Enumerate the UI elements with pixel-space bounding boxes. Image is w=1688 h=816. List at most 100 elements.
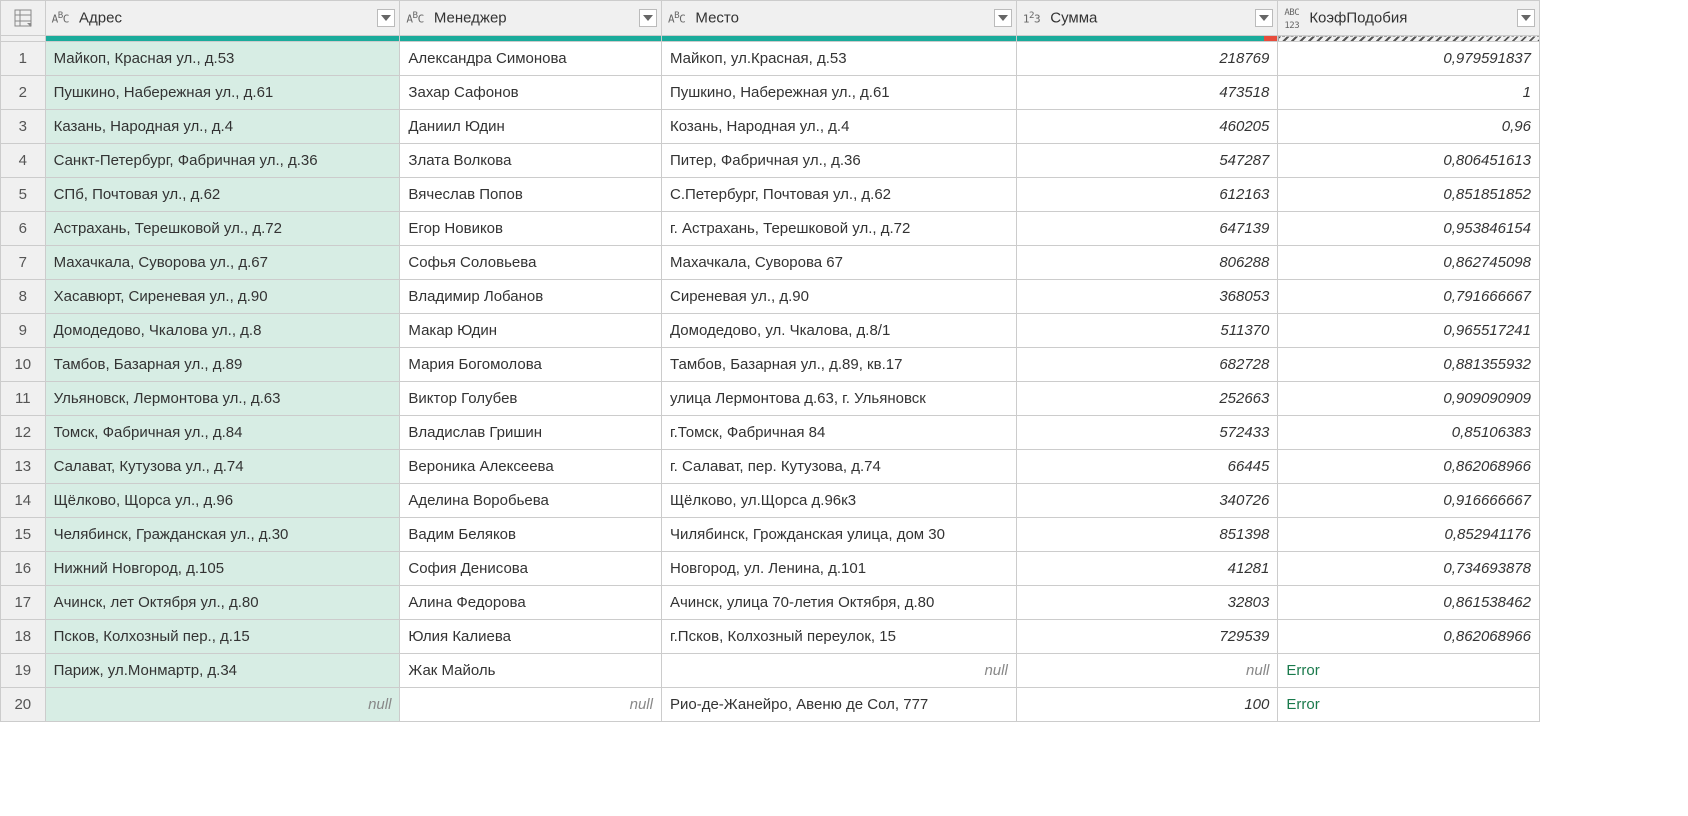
cell[interactable]: Псков, Колхозный пер., д.15 — [45, 620, 400, 654]
cell[interactable]: Error — [1278, 688, 1540, 722]
row-number[interactable]: 8 — [1, 280, 46, 314]
cell[interactable]: 252663 — [1016, 382, 1278, 416]
cell[interactable]: С.Петербург, Почтовая ул., д.62 — [661, 178, 1016, 212]
table-row[interactable]: 19Париж, ул.Монмартр, д.34Жак Майольnull… — [1, 654, 1540, 688]
filter-button[interactable] — [377, 9, 395, 27]
cell[interactable]: Error — [1278, 654, 1540, 688]
cell[interactable]: Чилябинск, Грожданская улица, дом 30 — [661, 518, 1016, 552]
cell[interactable]: 32803 — [1016, 586, 1278, 620]
cell[interactable]: Даниил Юдин — [400, 110, 662, 144]
cell[interactable]: Ачинск, улица 70-летия Октября, д.80 — [661, 586, 1016, 620]
cell[interactable]: 0,791666667 — [1278, 280, 1540, 314]
row-number[interactable]: 3 — [1, 110, 46, 144]
cell[interactable]: 547287 — [1016, 144, 1278, 178]
cell[interactable]: null — [1016, 654, 1278, 688]
cell[interactable]: Томск, Фабричная ул., д.84 — [45, 416, 400, 450]
filter-button[interactable] — [994, 9, 1012, 27]
filter-button[interactable] — [1255, 9, 1273, 27]
cell[interactable]: Аделина Воробьева — [400, 484, 662, 518]
cell[interactable]: Тамбов, Базарная ул., д.89, кв.17 — [661, 348, 1016, 382]
cell[interactable]: г.Томск, Фабричная 84 — [661, 416, 1016, 450]
cell[interactable]: Владимир Лобанов — [400, 280, 662, 314]
table-row[interactable]: 12Томск, Фабричная ул., д.84Владислав Гр… — [1, 416, 1540, 450]
cell[interactable]: Вячеслав Попов — [400, 178, 662, 212]
cell[interactable]: 729539 — [1016, 620, 1278, 654]
cell[interactable]: Виктор Голубев — [400, 382, 662, 416]
table-row[interactable]: 14Щёлково, Щорса ул., д.96Аделина Воробь… — [1, 484, 1540, 518]
cell[interactable]: Щёлково, ул.Щорса д.96к3 — [661, 484, 1016, 518]
cell[interactable]: 41281 — [1016, 552, 1278, 586]
table-row[interactable]: 13Салават, Кутузова ул., д.74Вероника Ал… — [1, 450, 1540, 484]
table-row[interactable]: 8Хасавюрт, Сиреневая ул., д.90Владимир Л… — [1, 280, 1540, 314]
cell[interactable]: 612163 — [1016, 178, 1278, 212]
table-row[interactable]: 6Астрахань, Терешковой ул., д.72Егор Нов… — [1, 212, 1540, 246]
row-number[interactable]: 9 — [1, 314, 46, 348]
row-number[interactable]: 12 — [1, 416, 46, 450]
cell[interactable]: Александра Симонова — [400, 42, 662, 76]
column-header-sum[interactable]: 123 Сумма — [1016, 1, 1278, 36]
cell[interactable]: 0,881355932 — [1278, 348, 1540, 382]
cell[interactable]: Ачинск, лет Октября ул., д.80 — [45, 586, 400, 620]
cell[interactable]: 100 — [1016, 688, 1278, 722]
cell[interactable]: Злата Волкова — [400, 144, 662, 178]
table-row[interactable]: 1Майкоп, Красная ул., д.53Александра Сим… — [1, 42, 1540, 76]
table-row[interactable]: 3Казань, Народная ул., д.4Даниил ЮдинКоз… — [1, 110, 1540, 144]
cell[interactable]: 340726 — [1016, 484, 1278, 518]
cell[interactable]: 0,965517241 — [1278, 314, 1540, 348]
table-row[interactable]: 10Тамбов, Базарная ул., д.89Мария Богомо… — [1, 348, 1540, 382]
table-row[interactable]: 17Ачинск, лет Октября ул., д.80Алина Фед… — [1, 586, 1540, 620]
cell[interactable]: Пушкино, Набережная ул., д.61 — [661, 76, 1016, 110]
cell[interactable]: Челябинск, Гражданская ул., д.30 — [45, 518, 400, 552]
cell[interactable]: 0,916666667 — [1278, 484, 1540, 518]
cell[interactable]: 0,806451613 — [1278, 144, 1540, 178]
cell[interactable]: Софья Соловьева — [400, 246, 662, 280]
cell[interactable]: 66445 — [1016, 450, 1278, 484]
table-row[interactable]: 9Домодедово, Чкалова ул., д.8Макар ЮдинД… — [1, 314, 1540, 348]
cell[interactable]: Вероника Алексеева — [400, 450, 662, 484]
cell[interactable]: Питер, Фабричная ул., д.36 — [661, 144, 1016, 178]
row-number[interactable]: 4 — [1, 144, 46, 178]
cell[interactable]: Париж, ул.Монмартр, д.34 — [45, 654, 400, 688]
cell[interactable]: 1 — [1278, 76, 1540, 110]
cell[interactable]: Щёлково, Щорса ул., д.96 — [45, 484, 400, 518]
row-number[interactable]: 1 — [1, 42, 46, 76]
cell[interactable]: 0,734693878 — [1278, 552, 1540, 586]
table-row[interactable]: 7Махачкала, Суворова ул., д.67Софья Соло… — [1, 246, 1540, 280]
cell[interactable]: улица Лермонтова д.63, г. Ульяновск — [661, 382, 1016, 416]
cell[interactable]: 806288 — [1016, 246, 1278, 280]
cell[interactable]: Астрахань, Терешковой ул., д.72 — [45, 212, 400, 246]
cell[interactable]: Сиреневая ул., д.90 — [661, 280, 1016, 314]
row-number[interactable]: 10 — [1, 348, 46, 382]
row-number[interactable]: 13 — [1, 450, 46, 484]
row-number[interactable]: 2 — [1, 76, 46, 110]
cell[interactable]: 218769 — [1016, 42, 1278, 76]
cell[interactable]: 0,862745098 — [1278, 246, 1540, 280]
cell[interactable]: Майкоп, ул.Красная, д.53 — [661, 42, 1016, 76]
cell[interactable]: 0,851851852 — [1278, 178, 1540, 212]
table-row[interactable]: 11Ульяновск, Лермонтова ул., д.63Виктор … — [1, 382, 1540, 416]
cell[interactable]: Майкоп, Красная ул., д.53 — [45, 42, 400, 76]
cell[interactable]: София Денисова — [400, 552, 662, 586]
row-number[interactable]: 15 — [1, 518, 46, 552]
filter-button[interactable] — [639, 9, 657, 27]
cell[interactable]: 368053 — [1016, 280, 1278, 314]
cell[interactable]: СПб, Почтовая ул., д.62 — [45, 178, 400, 212]
column-header-coef[interactable]: ABC123 КоэфПодобия — [1278, 1, 1540, 36]
cell[interactable]: Захар Сафонов — [400, 76, 662, 110]
row-number[interactable]: 14 — [1, 484, 46, 518]
cell[interactable]: 0,909090909 — [1278, 382, 1540, 416]
cell[interactable]: 682728 — [1016, 348, 1278, 382]
cell[interactable]: Владислав Гришин — [400, 416, 662, 450]
row-number[interactable]: 5 — [1, 178, 46, 212]
column-header-manager[interactable]: ABC Менеджер — [400, 1, 662, 36]
cell[interactable]: null — [45, 688, 400, 722]
table-row[interactable]: 4Санкт-Петербург, Фабричная ул., д.36Зла… — [1, 144, 1540, 178]
cell[interactable]: 460205 — [1016, 110, 1278, 144]
cell[interactable]: Рио-де-Жанейро, Авеню де Сол, 777 — [661, 688, 1016, 722]
cell[interactable]: Козань, Народная ул., д.4 — [661, 110, 1016, 144]
row-number[interactable]: 19 — [1, 654, 46, 688]
column-header-address[interactable]: ABC Адрес — [45, 1, 400, 36]
table-row[interactable]: 5СПб, Почтовая ул., д.62Вячеслав ПоповС.… — [1, 178, 1540, 212]
cell[interactable]: null — [661, 654, 1016, 688]
cell[interactable]: 0,96 — [1278, 110, 1540, 144]
